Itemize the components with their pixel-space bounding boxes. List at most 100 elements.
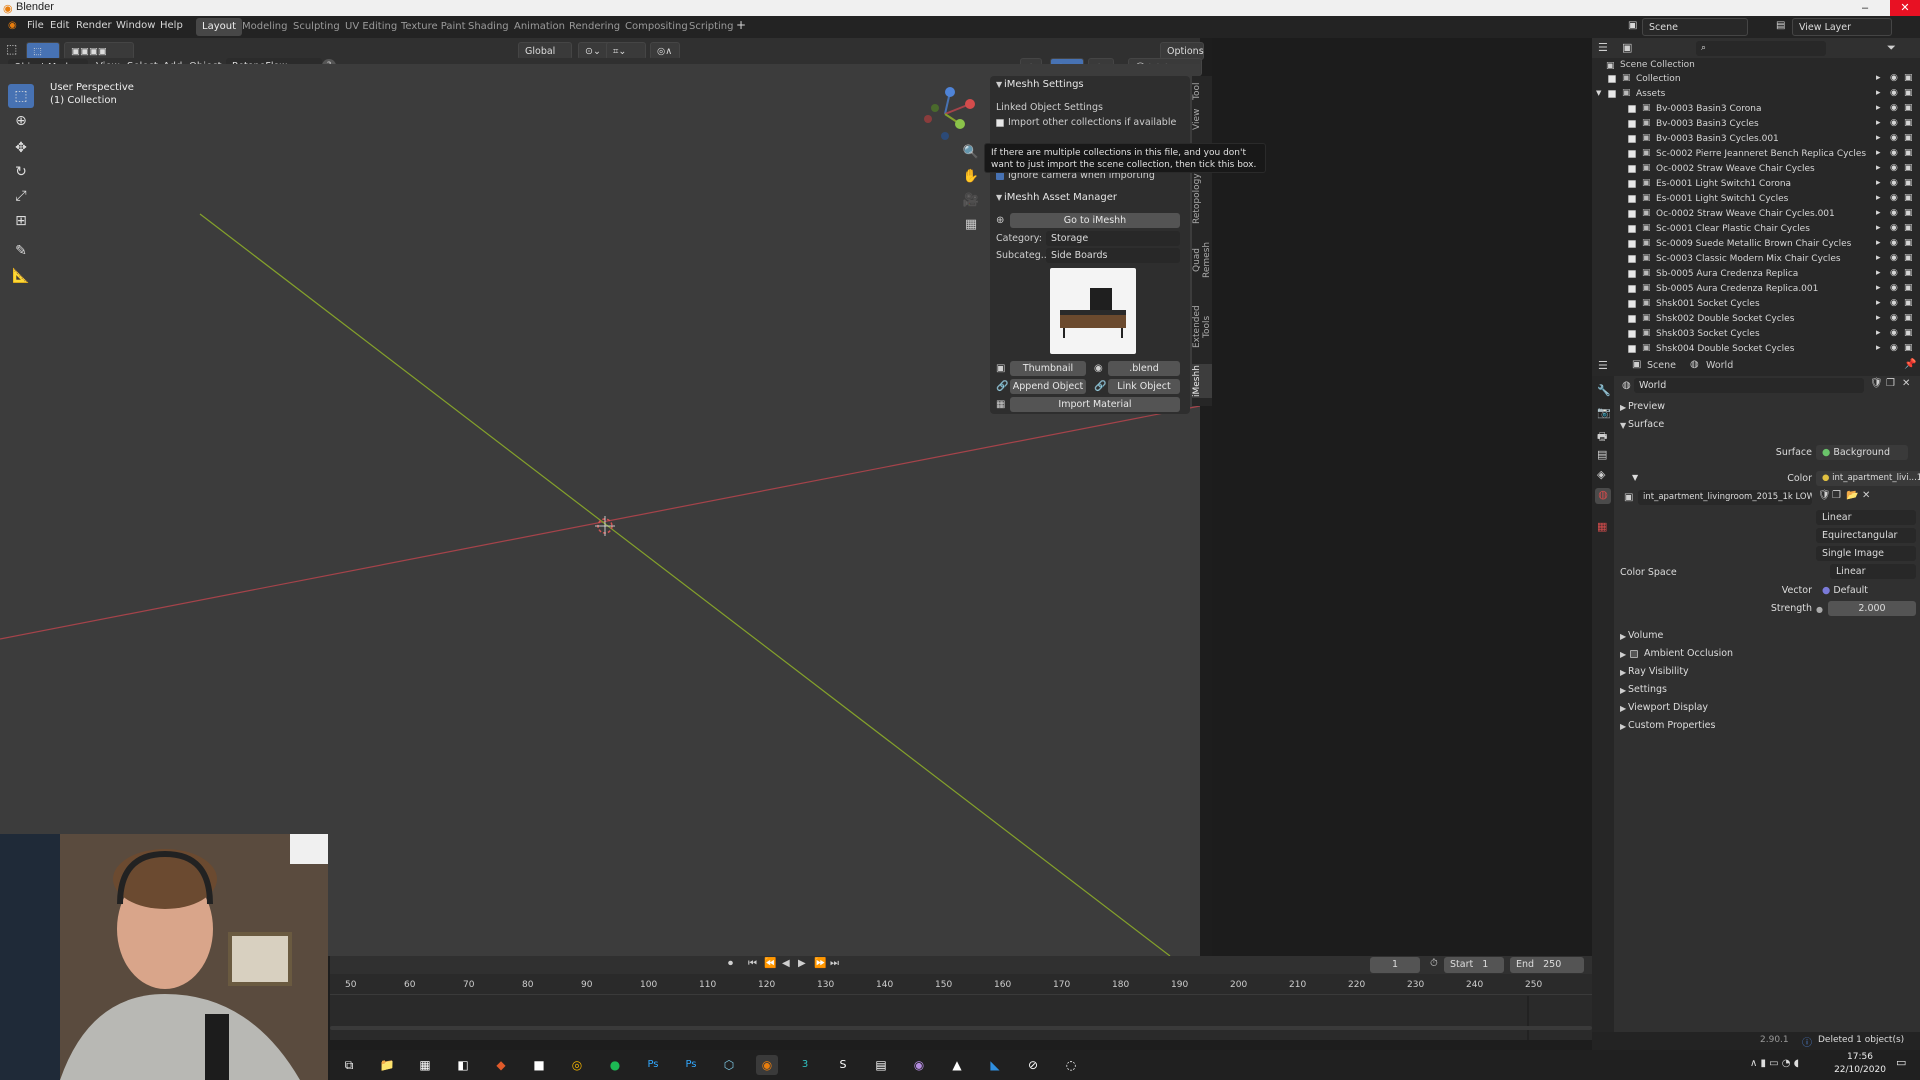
empty-editor-area[interactable] bbox=[1212, 38, 1592, 956]
exclude-checkbox[interactable] bbox=[1628, 330, 1636, 338]
navigation-gizmo[interactable] bbox=[915, 84, 975, 144]
camera-restrict-icon[interactable]: ▣ bbox=[1904, 118, 1913, 128]
duplicate-icon[interactable]: ❐ bbox=[1886, 378, 1895, 389]
task-view-icon[interactable]: ⧉ bbox=[338, 1055, 360, 1075]
eye-icon[interactable]: ◉ bbox=[1890, 313, 1898, 323]
world-tab-icon[interactable]: ◍ bbox=[1595, 488, 1611, 504]
select-arrow-icon[interactable]: ▸ bbox=[1876, 283, 1881, 293]
select-arrow-icon[interactable]: ▸ bbox=[1876, 313, 1881, 323]
menu-help[interactable]: Help bbox=[160, 20, 183, 31]
outliner-row[interactable]: ▣ Sb-0005 Aura Credenza Replica ▸ ◉ ▣ bbox=[1592, 267, 1920, 282]
preview-range-icon[interactable]: ⏱ bbox=[1430, 958, 1438, 969]
clock-date[interactable]: 22/10/2020 bbox=[1830, 1065, 1890, 1075]
ambient-occlusion-checkbox[interactable] bbox=[1630, 650, 1638, 658]
camera-restrict-icon[interactable]: ▣ bbox=[1904, 178, 1913, 188]
import-collections-checkbox[interactable] bbox=[996, 119, 1004, 127]
camera-restrict-icon[interactable]: ▣ bbox=[1904, 133, 1913, 143]
ignore-camera-checkbox[interactable] bbox=[996, 172, 1004, 180]
camera-restrict-icon[interactable]: ▣ bbox=[1904, 328, 1913, 338]
exclude-checkbox[interactable] bbox=[1628, 345, 1636, 353]
exclude-checkbox[interactable] bbox=[1628, 195, 1636, 203]
select-arrow-icon[interactable]: ▸ bbox=[1876, 133, 1881, 143]
expand-arrow-icon[interactable]: ▼ bbox=[1596, 89, 1601, 97]
eye-icon[interactable]: ◉ bbox=[1890, 268, 1898, 278]
camera-restrict-icon[interactable]: ▣ bbox=[1904, 193, 1913, 203]
expand-arrow-icon[interactable]: ▶ bbox=[1620, 722, 1626, 731]
file-explorer-icon[interactable]: 📁 bbox=[376, 1055, 398, 1075]
record-button[interactable]: ⏺ bbox=[728, 958, 733, 969]
move-tool[interactable]: ✥ bbox=[8, 136, 34, 160]
minimize-button[interactable]: – bbox=[1850, 0, 1880, 16]
eye-icon[interactable]: ◉ bbox=[1890, 223, 1898, 233]
eye-icon[interactable]: ◉ bbox=[1890, 133, 1898, 143]
append-object-button[interactable]: Append Object bbox=[1010, 379, 1086, 394]
outliner-row[interactable]: ▣ Bv-0003 Basin3 Corona ▸ ◉ ▣ bbox=[1592, 102, 1920, 117]
select-arrow-icon[interactable]: ▸ bbox=[1876, 238, 1881, 248]
eye-icon[interactable]: ◉ bbox=[1890, 163, 1898, 173]
tab-imeshh[interactable]: iMeshh bbox=[1192, 364, 1212, 398]
eye-icon[interactable]: ◉ bbox=[1890, 283, 1898, 293]
property-section-label[interactable]: Viewport Display bbox=[1628, 702, 1708, 713]
section-preview[interactable]: Preview bbox=[1628, 401, 1665, 412]
unlink-icon[interactable]: ✕ bbox=[1862, 490, 1870, 501]
chrome-icon[interactable]: ◎ bbox=[566, 1055, 588, 1075]
timeline[interactable]: ⏺ ⏮ ⏪ ◀ ▶ ⏩ ⏭ 1 ⏱ Start 1 End 250 50 60 70… bbox=[330, 956, 1592, 1040]
projection-dropdown[interactable]: Equirectangular bbox=[1816, 528, 1916, 543]
texture-tab-icon[interactable]: ▦ bbox=[1597, 520, 1607, 533]
end-frame-field[interactable]: End 250 bbox=[1510, 957, 1584, 973]
exclude-checkbox[interactable] bbox=[1628, 180, 1636, 188]
collapse-arrow-icon[interactable]: ▼ bbox=[996, 193, 1002, 202]
exclude-checkbox[interactable] bbox=[1628, 300, 1636, 308]
eye-icon[interactable]: ◉ bbox=[1890, 178, 1898, 188]
select-arrow-icon[interactable]: ▸ bbox=[1876, 343, 1881, 353]
transform-tool[interactable]: ⊞ bbox=[8, 209, 34, 233]
select-arrow-icon[interactable]: ▸ bbox=[1876, 208, 1881, 218]
exclude-checkbox[interactable] bbox=[1628, 165, 1636, 173]
duplicate-icon[interactable]: ❐ bbox=[1832, 490, 1841, 501]
outliner-row[interactable]: ▣ Es-0001 Light Switch1 Cycles ▸ ◉ ▣ bbox=[1592, 192, 1920, 207]
blender-menu-icon[interactable]: ◉ bbox=[8, 20, 17, 31]
expand-arrow-icon[interactable]: ▼ bbox=[1632, 473, 1638, 482]
exclude-checkbox[interactable] bbox=[1628, 240, 1636, 248]
camera-restrict-icon[interactable]: ▣ bbox=[1904, 268, 1913, 278]
outliner-row[interactable]: ▣ Bv-0003 Basin3 Cycles ▸ ◉ ▣ bbox=[1592, 117, 1920, 132]
outliner-row[interactable]: ▣ Sc-0003 Classic Modern Mix Chair Cycles… bbox=[1592, 252, 1920, 267]
menu-edit[interactable]: Edit bbox=[50, 20, 69, 31]
expand-arrow-icon[interactable]: ▶ bbox=[1620, 650, 1626, 659]
eye-icon[interactable]: ◉ bbox=[1890, 73, 1898, 83]
filter-icon[interactable]: ⏷ bbox=[1887, 41, 1896, 55]
output-tab-icon[interactable]: 🖶 bbox=[1597, 428, 1607, 447]
prev-keyframe-button[interactable]: ⏪ bbox=[764, 958, 776, 969]
camera-restrict-icon[interactable]: ▣ bbox=[1904, 88, 1913, 98]
menu-file[interactable]: File bbox=[27, 20, 44, 31]
app-icon[interactable]: ◆ bbox=[490, 1055, 512, 1075]
vector-field[interactable]: ● Default bbox=[1816, 583, 1916, 598]
camera-restrict-icon[interactable]: ▣ bbox=[1904, 253, 1913, 263]
outliner-row[interactable]: ▣ Es-0001 Light Switch1 Corona ▸ ◉ ▣ bbox=[1592, 177, 1920, 192]
outliner-row[interactable]: ▣ Oc-0002 Straw Weave Chair Cycles.001 ▸ ◉ ▣ bbox=[1592, 207, 1920, 222]
interpolation-dropdown[interactable]: Linear bbox=[1816, 510, 1916, 525]
subcategory-dropdown[interactable]: Side Boards bbox=[1046, 248, 1180, 263]
app-icon[interactable]: ▤ bbox=[870, 1055, 892, 1075]
camera-restrict-icon[interactable]: ▣ bbox=[1904, 313, 1913, 323]
camera-restrict-icon[interactable]: ▣ bbox=[1904, 343, 1913, 353]
camera-restrict-icon[interactable]: ▣ bbox=[1904, 163, 1913, 173]
outliner-row[interactable]: ▣ Bv-0003 Basin3 Cycles.001 ▸ ◉ ▣ bbox=[1592, 132, 1920, 147]
fake-user-icon[interactable]: 🛡 bbox=[1818, 490, 1831, 501]
tab-view[interactable]: View bbox=[1192, 106, 1212, 132]
perspective-toggle-icon[interactable]: ▦ bbox=[960, 214, 982, 236]
outliner-row[interactable]: ▼ ▣ Assets ▸ ◉ ▣ bbox=[1592, 87, 1920, 102]
select-arrow-icon[interactable]: ▸ bbox=[1876, 223, 1881, 233]
app-icon[interactable]: S bbox=[832, 1055, 854, 1075]
import-material-button[interactable]: Import Material bbox=[1010, 397, 1180, 412]
outliner-editor-icon[interactable]: ☰ bbox=[1598, 41, 1608, 54]
jump-end-button[interactable]: ⏭ bbox=[830, 958, 839, 969]
tab-shading[interactable]: Shading bbox=[462, 18, 515, 36]
editor-type-icon[interactable]: ⬚ bbox=[6, 42, 17, 56]
camera-restrict-icon[interactable]: ▣ bbox=[1904, 148, 1913, 158]
annotate-tool[interactable]: ✎ bbox=[8, 239, 34, 263]
tab-modeling[interactable]: Modeling bbox=[236, 18, 294, 36]
select-arrow-icon[interactable]: ▸ bbox=[1876, 163, 1881, 173]
exclude-checkbox[interactable] bbox=[1628, 315, 1636, 323]
camera-restrict-icon[interactable]: ▣ bbox=[1904, 223, 1913, 233]
